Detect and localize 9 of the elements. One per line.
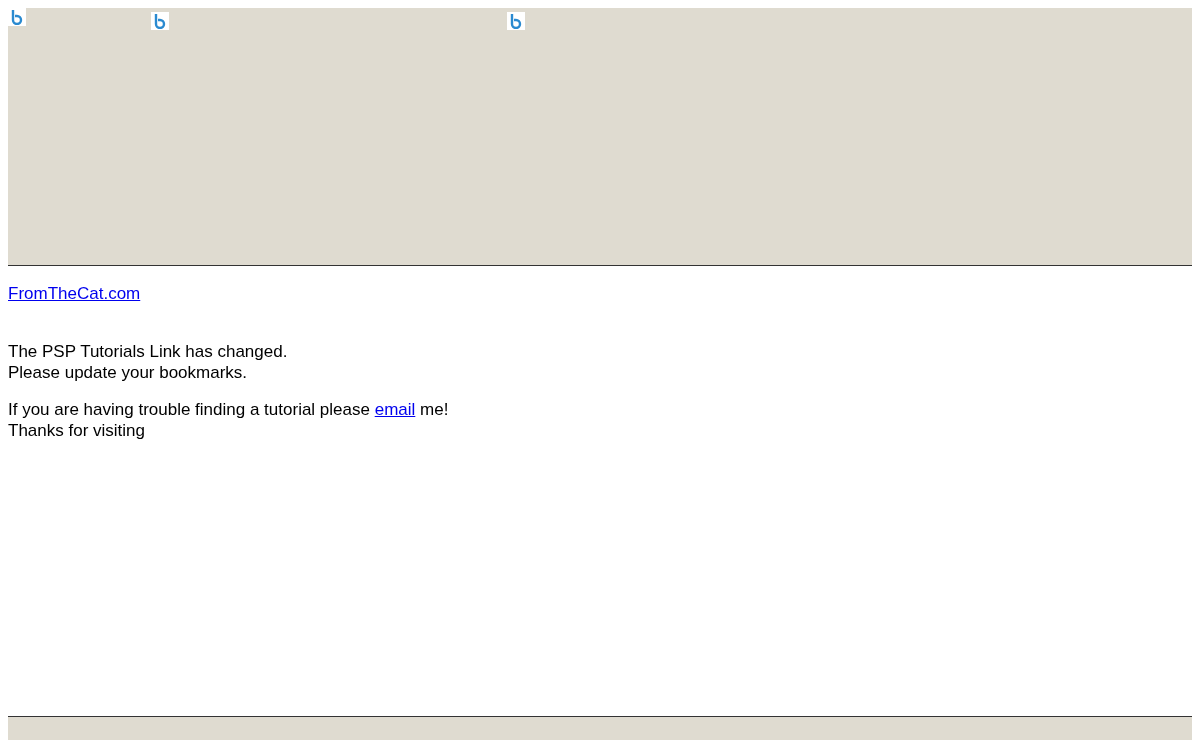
email-link[interactable]: email (374, 400, 416, 419)
broken-image-icon (8, 8, 26, 26)
broken-image-icon (507, 12, 525, 30)
closing-text: Thanks for visiting (8, 420, 146, 441)
notice-text: The PSP Tutorials Link has changed. (8, 341, 289, 362)
site-link[interactable]: FromTheCat.com (8, 284, 141, 303)
help-sentence: If you are having trouble finding a tutorial please email me! (8, 399, 450, 420)
notice-text: Please update your bookmarks. (8, 362, 249, 383)
broken-image-icon (151, 12, 169, 30)
